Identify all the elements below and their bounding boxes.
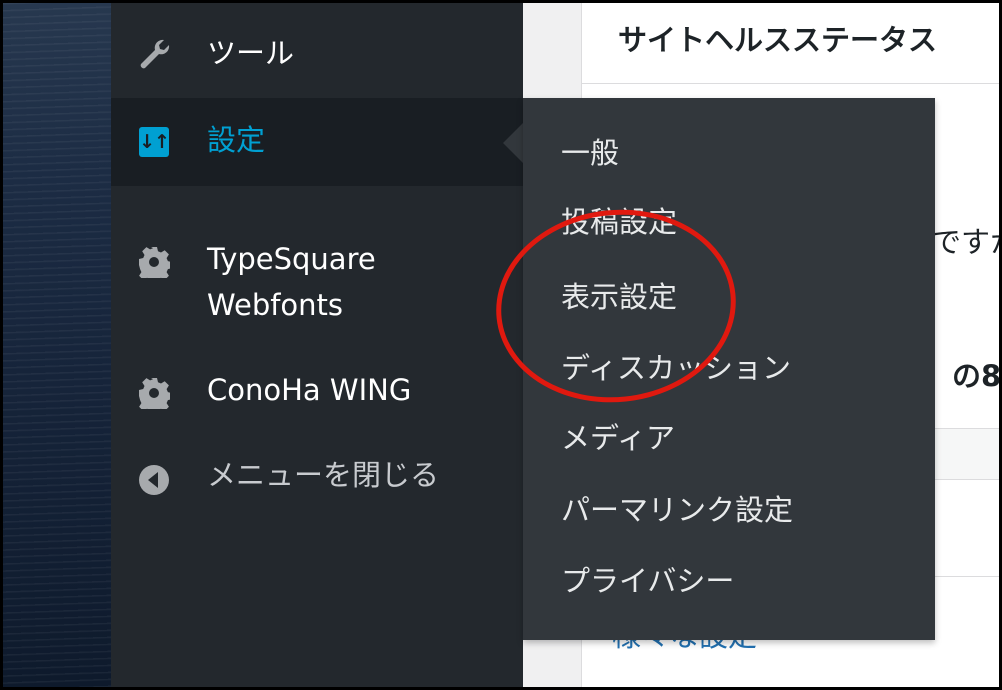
typesquare-line1: TypeSquare	[207, 242, 376, 276]
submenu-item-privacy[interactable]: プライバシー	[561, 561, 734, 601]
screenshot-frame: ツール ↓↑ 設定 TypeSquare Webfonts ConoHa WIN…	[0, 0, 1002, 690]
partial-text: の8項	[952, 359, 1002, 393]
desktop-background	[3, 3, 111, 687]
flyout-arrow	[503, 123, 523, 163]
collapse-arrow-icon	[137, 463, 171, 497]
sidebar-item-label: メニューを閉じる	[207, 458, 440, 492]
sidebar-item-label: ツール	[207, 36, 295, 70]
sidebar-item-settings[interactable]: ↓↑ 設定	[111, 98, 523, 186]
sidebar-item-typesquare[interactable]: TypeSquare Webfonts	[111, 233, 523, 333]
submenu-item-general[interactable]: 一般	[561, 133, 619, 173]
admin-sidebar: ツール ↓↑ 設定 TypeSquare Webfonts ConoHa WIN…	[111, 3, 523, 687]
divider	[582, 83, 999, 84]
sidebar-item-tools[interactable]: ツール	[111, 33, 523, 83]
submenu-item-permalinks[interactable]: パーマリンク設定	[561, 490, 793, 530]
collapse-menu-button[interactable]: メニューを閉じる	[111, 455, 523, 505]
sidebar-item-label: TypeSquare Webfonts	[207, 236, 376, 328]
sidebar-item-label: ConoHa WING	[207, 373, 412, 407]
typesquare-line2: Webfonts	[207, 288, 344, 322]
sidebar-item-conoha-wing[interactable]: ConoHa WING	[111, 368, 523, 418]
page-title: サイトヘルスステータス	[618, 23, 938, 57]
settings-sliders-icon: ↓↑	[137, 125, 171, 159]
wrench-icon	[137, 37, 171, 71]
submenu-item-media[interactable]: メディア	[561, 418, 675, 458]
gear-icon	[137, 245, 171, 279]
partial-text: ですか	[932, 225, 999, 259]
sidebar-item-label: 設定	[207, 123, 266, 157]
gear-icon	[137, 376, 171, 410]
